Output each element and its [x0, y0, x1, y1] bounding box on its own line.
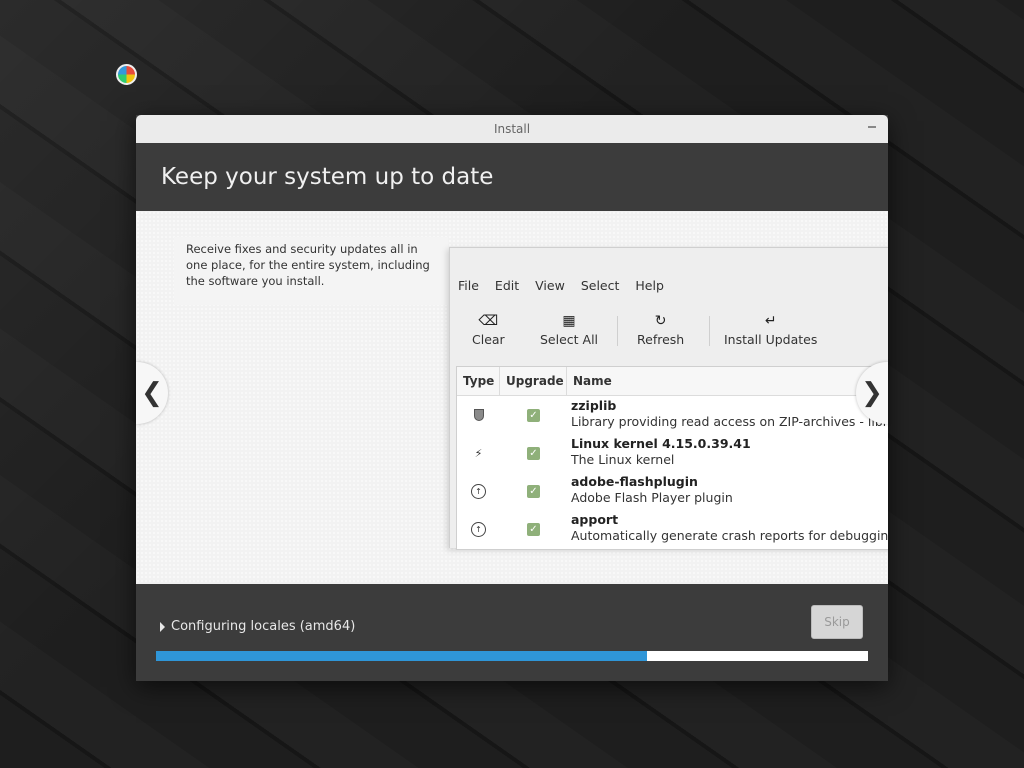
install-progress-footer: Configuring locales (amd64) Skip: [136, 587, 888, 681]
package-name: Linux kernel 4.15.0.39.41: [571, 436, 751, 451]
package-name: apport: [571, 512, 619, 527]
page-header: Keep your system up to date: [136, 143, 888, 211]
skip-button[interactable]: Skip: [811, 605, 863, 639]
clear-button: ⌫ Clear: [472, 310, 505, 347]
package-name: adobe-flashplugin: [571, 474, 698, 489]
status-line: Configuring locales (amd64): [160, 619, 355, 634]
page-title: Keep your system up to date: [161, 164, 494, 190]
window-title: Install: [493, 122, 531, 136]
menu-edit: Edit: [494, 278, 520, 293]
menu-bar: File Edit View Select Help: [458, 278, 664, 293]
title-bar: Install: [136, 115, 888, 143]
menu-select: Select: [580, 278, 620, 293]
upgrade-arrow-icon: ↑: [471, 521, 486, 537]
select-all-button: ▦ Select All: [540, 310, 598, 347]
install-updates-button: ↵ Install Updates: [724, 310, 817, 347]
menu-view: View: [535, 278, 565, 293]
column-type: Type: [457, 367, 500, 395]
backspace-icon: ⌫: [478, 313, 499, 329]
minimize-button[interactable]: [868, 126, 876, 128]
upgrade-checkbox: ✓: [527, 408, 540, 422]
enter-icon: ↵: [764, 313, 777, 329]
slideshow-panel: Receive fixes and security updates all i…: [136, 211, 888, 584]
package-description: Adobe Flash Player plugin: [571, 490, 733, 505]
updates-list: Type Upgrade Name ✓ zziplib Library prov…: [456, 366, 888, 550]
upgrade-checkbox: ✓: [527, 446, 540, 460]
upgrade-arrow-icon: ↑: [471, 483, 486, 499]
update-manager-screenshot: File Edit View Select Help ⌫ Clear ▦ Sel…: [449, 247, 888, 550]
package-description: Library providing read access on ZIP-arc…: [571, 414, 888, 429]
refresh-label: Refresh: [637, 332, 685, 347]
table-row: ↑ ✓ apport Automatically generate crash …: [457, 510, 888, 548]
installer-window: Install Keep your system up to date Rece…: [136, 115, 888, 681]
bolt-icon: ⚡: [474, 446, 483, 460]
progress-fill: [156, 651, 648, 661]
menu-help: Help: [635, 278, 664, 293]
status-text: Configuring locales (amd64): [171, 619, 356, 634]
install-updates-label: Install Updates: [724, 332, 818, 347]
refresh-button: ↻ Refresh: [637, 310, 684, 347]
select-all-label: Select All: [540, 332, 599, 347]
upgrade-checkbox: ✓: [527, 484, 540, 498]
table-row: ↑ ✓ adobe-flashplugin Adobe Flash Player…: [457, 472, 888, 510]
toolbar: ⌫ Clear ▦ Select All ↻ Refresh ↵ Install…: [450, 310, 888, 360]
package-description: The Linux kernel: [571, 452, 675, 467]
clear-label: Clear: [472, 332, 505, 347]
system-logo-icon[interactable]: [116, 64, 137, 85]
toolbar-separator: [709, 316, 710, 346]
column-upgrade: Upgrade: [500, 367, 567, 395]
package-description: Automatically generate crash reports for…: [571, 528, 888, 543]
package-name: zziplib: [571, 398, 617, 413]
toolbar-separator: [617, 316, 618, 346]
select-all-icon: ▦: [562, 313, 576, 329]
slide-description: Receive fixes and security updates all i…: [174, 237, 448, 305]
shield-icon: [473, 409, 484, 421]
progress-bar: [156, 651, 868, 661]
table-row: ✓ zziplib Library providing read access …: [457, 396, 888, 434]
table-row: ⚡ ✓ Linux kernel 4.15.0.39.41 The Linux …: [457, 434, 888, 472]
menu-file: File: [458, 278, 479, 293]
refresh-icon: ↻: [654, 313, 667, 329]
list-header: Type Upgrade Name: [457, 367, 888, 396]
expand-details-icon[interactable]: [160, 621, 165, 632]
upgrade-checkbox: ✓: [527, 522, 540, 536]
column-name: Name: [573, 374, 612, 388]
